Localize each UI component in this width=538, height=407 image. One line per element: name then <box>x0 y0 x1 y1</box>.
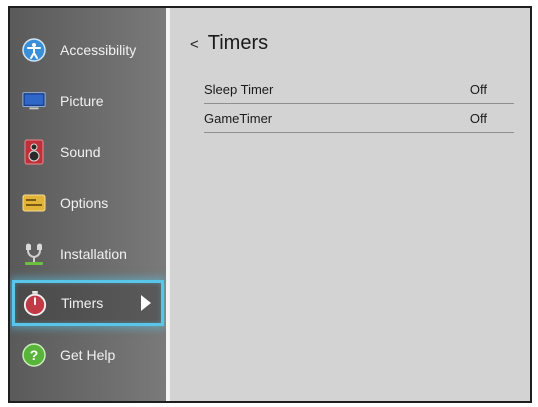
back-icon[interactable]: < <box>190 36 199 53</box>
sidebar-item-options[interactable]: Options <box>10 181 166 225</box>
options-icon <box>22 191 46 215</box>
setting-value: Off <box>469 82 487 97</box>
monitor-icon <box>22 89 46 113</box>
svg-text:?: ? <box>30 347 39 363</box>
sidebar-item-label: Accessibility <box>60 42 137 58</box>
sidebar-item-label: Installation <box>60 246 127 262</box>
setting-value: Off <box>469 111 487 126</box>
sidebar-item-label: Timers <box>61 295 104 311</box>
sidebar-item-label: Options <box>60 195 109 211</box>
tv-menu-window: Accessibility Picture Sound Options Inst… <box>8 6 532 403</box>
sidebar-item-label: Picture <box>60 93 104 109</box>
sidebar-item-accessibility[interactable]: Accessibility <box>10 28 166 72</box>
setting-row-game-timer[interactable]: GameTimer Off <box>204 105 514 133</box>
sidebar-item-picture[interactable]: Picture <box>10 79 166 123</box>
sidebar-item-label: Get Help <box>60 347 116 363</box>
setting-label: GameTimer <box>204 111 273 126</box>
page-title: < Timers <box>190 32 268 55</box>
installation-icon <box>22 242 46 266</box>
sidebar: Accessibility Picture Sound Options Inst… <box>10 8 166 401</box>
accessibility-icon <box>22 38 46 62</box>
setting-row-sleep-timer[interactable]: Sleep Timer Off <box>204 76 514 104</box>
chevron-right-icon <box>141 295 151 311</box>
timers-panel: < Timers Sleep Timer Off GameTimer Off <box>170 8 530 401</box>
help-icon: ? <box>22 343 46 367</box>
speaker-icon <box>22 139 46 165</box>
sidebar-item-timers[interactable]: Timers <box>12 280 164 326</box>
sidebar-item-label: Sound <box>60 144 101 160</box>
sidebar-item-installation[interactable]: Installation <box>10 232 166 276</box>
sidebar-item-get-help[interactable]: ? Get Help <box>10 333 166 377</box>
setting-label: Sleep Timer <box>204 82 274 97</box>
page-title-text: Timers <box>207 32 269 54</box>
stopwatch-icon <box>23 291 47 316</box>
sidebar-item-sound[interactable]: Sound <box>10 130 166 174</box>
